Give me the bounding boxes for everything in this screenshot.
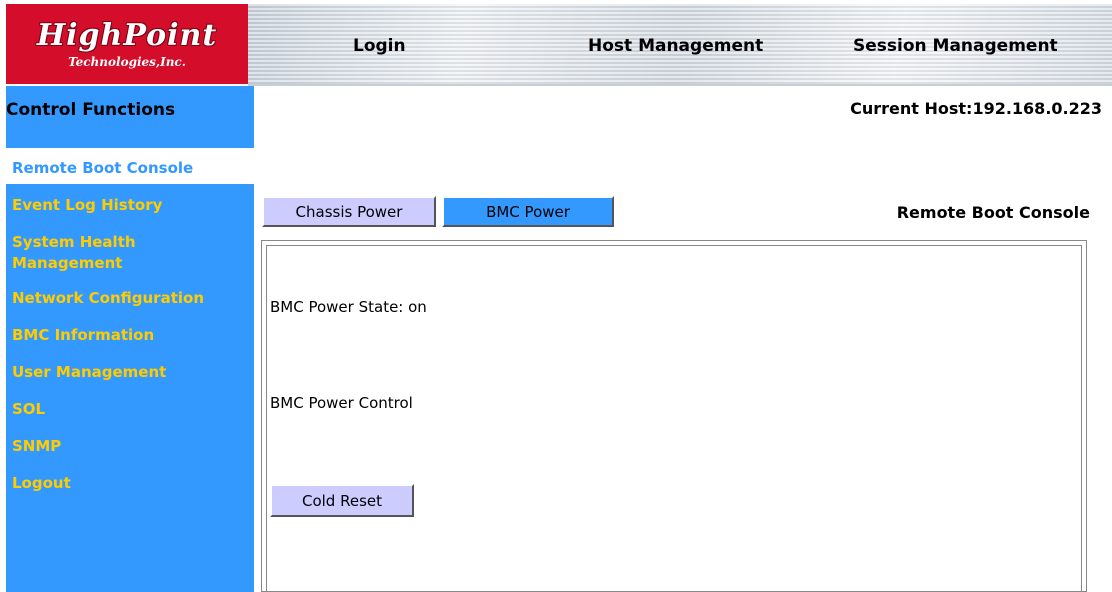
bmc-power-state: BMC Power State: on bbox=[270, 298, 427, 316]
logo-wordmark: HighPoint bbox=[36, 18, 218, 53]
sidebar-item-user-management[interactable]: User Management bbox=[12, 362, 166, 382]
sidebar-item-logout[interactable]: Logout bbox=[12, 473, 71, 493]
nav-session-management[interactable]: Session Management bbox=[853, 36, 1058, 56]
sidebar: Control Functions Remote Boot Console Ev… bbox=[6, 86, 254, 592]
bmc-power-panel bbox=[261, 240, 1087, 592]
sidebar-item-event-log-history[interactable]: Event Log History bbox=[12, 195, 162, 215]
sidebar-item-system-health[interactable]: System Health bbox=[12, 232, 136, 252]
top-nav-bar: Login Host Management Session Management bbox=[248, 4, 1112, 84]
highpoint-logo: HighPoint Technologies,Inc. bbox=[6, 4, 248, 84]
tab-bmc-power[interactable]: BMC Power bbox=[442, 196, 614, 227]
logo-tagline: Technologies,Inc. bbox=[68, 55, 186, 69]
top-divider bbox=[248, 84, 1112, 86]
cold-reset-button[interactable]: Cold Reset bbox=[270, 484, 414, 517]
panel-inner-frame bbox=[266, 245, 1082, 591]
sidebar-item-bmc-information[interactable]: BMC Information bbox=[12, 325, 154, 345]
sidebar-item-snmp[interactable]: SNMP bbox=[12, 436, 61, 456]
sidebar-item-system-health-management[interactable]: Management bbox=[12, 253, 122, 273]
current-host-label: Current Host:192.168.0.223 bbox=[850, 99, 1102, 118]
sidebar-item-remote-boot-console[interactable]: Remote Boot Console bbox=[12, 158, 193, 178]
sidebar-item-network-configuration[interactable]: Network Configuration bbox=[12, 288, 204, 308]
tab-chassis-power[interactable]: Chassis Power bbox=[262, 196, 436, 227]
page-title: Remote Boot Console bbox=[896, 203, 1090, 222]
nav-login[interactable]: Login bbox=[353, 36, 406, 56]
bmc-power-control-label: BMC Power Control bbox=[270, 394, 413, 412]
sidebar-item-sol[interactable]: SOL bbox=[12, 399, 45, 419]
sidebar-title: Control Functions bbox=[6, 100, 176, 120]
nav-host-management[interactable]: Host Management bbox=[588, 36, 763, 56]
